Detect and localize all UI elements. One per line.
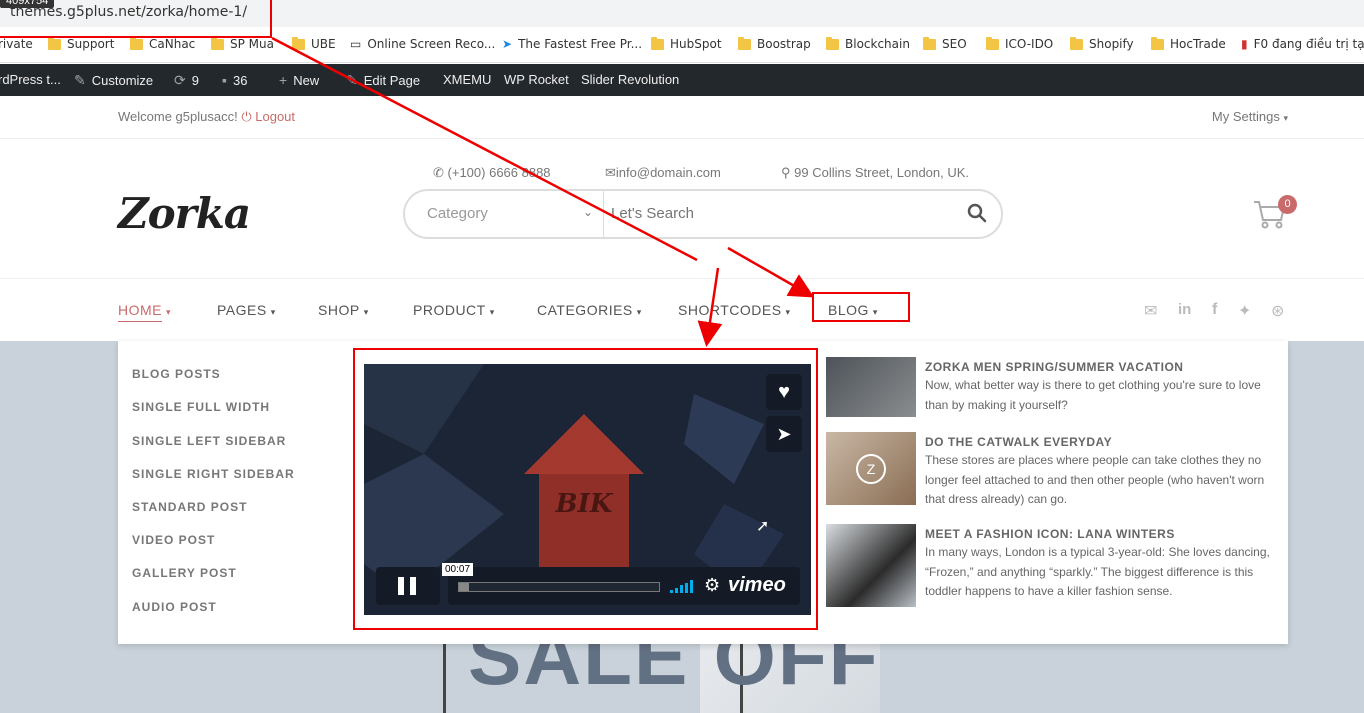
annotation-arrows: [271, 36, 815, 347]
